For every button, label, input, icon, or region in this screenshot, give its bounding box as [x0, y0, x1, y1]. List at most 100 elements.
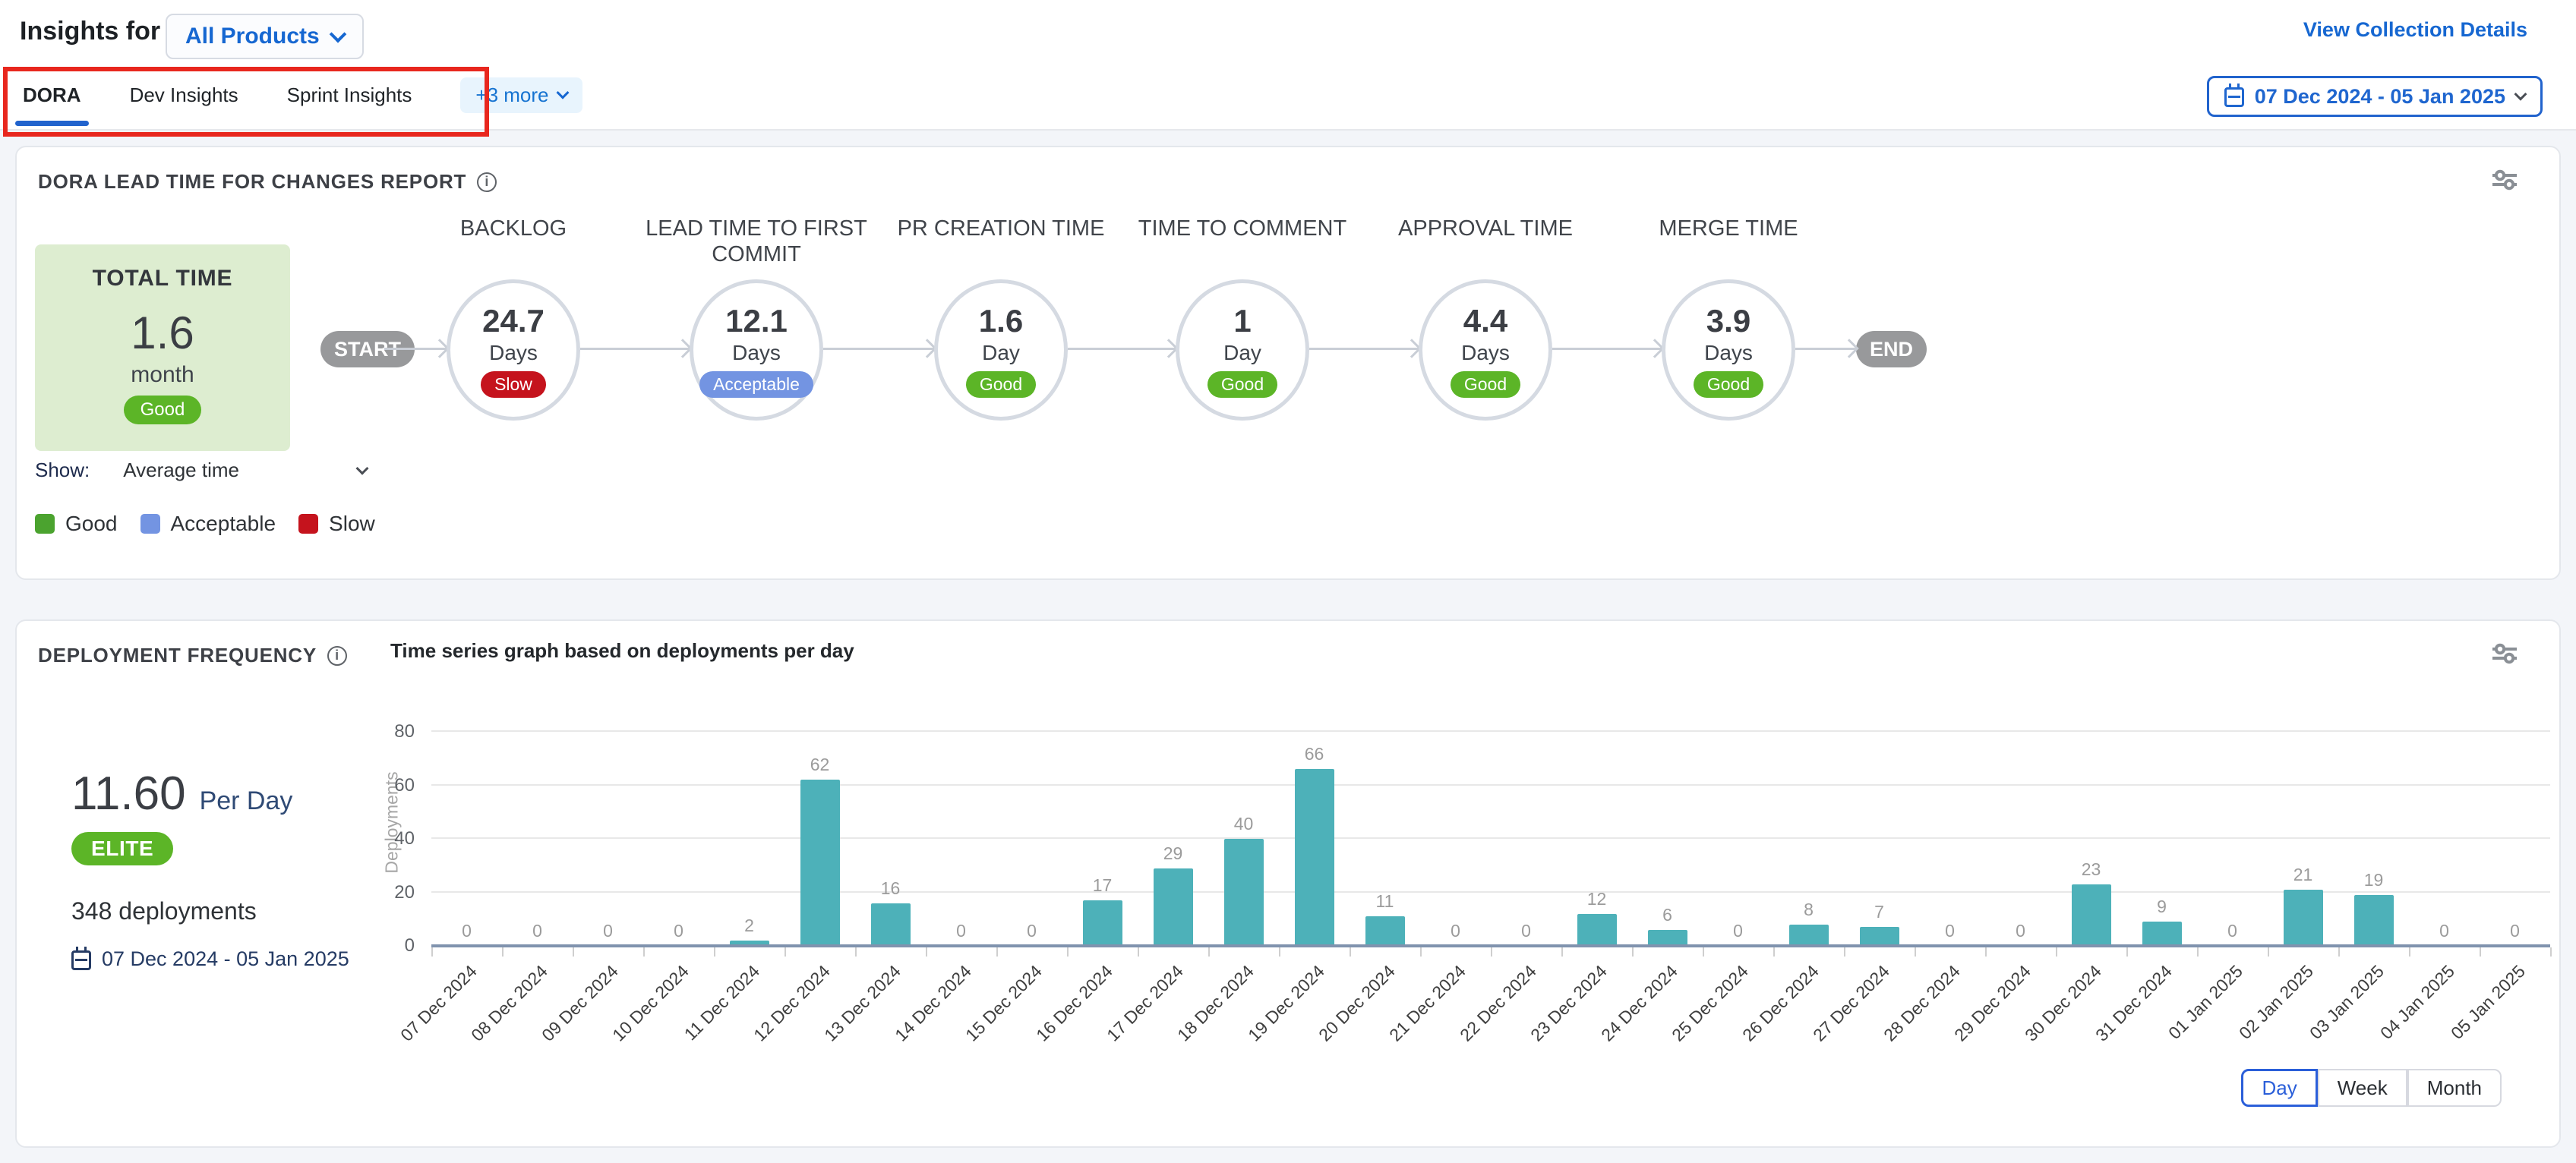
bar-19-dec-2024[interactable] [1295, 769, 1334, 946]
bar-value-label: 0 [956, 921, 966, 941]
bar-12-dec-2024[interactable] [800, 780, 840, 946]
bar-value-label: 0 [1521, 921, 1531, 941]
deployment-count: 348 deployments [71, 897, 257, 925]
bar-slot: 7 [1844, 700, 1915, 946]
flow-end-pill: END [1856, 331, 1927, 367]
show-metric-select[interactable]: Average time [123, 459, 367, 482]
bar-slot: 29 [1138, 700, 1208, 946]
granularity-week-button[interactable]: Week [2318, 1069, 2407, 1107]
x-axis-tick [573, 947, 574, 957]
tab-dora[interactable]: DORA [23, 61, 81, 129]
granularity-day-button[interactable]: Day [2241, 1069, 2317, 1107]
bar-13-dec-2024[interactable] [871, 903, 911, 946]
flow-arrow [1068, 348, 1176, 350]
bar-slot: 0 [2197, 700, 2268, 946]
bar-16-dec-2024[interactable] [1083, 900, 1122, 946]
bar-03-jan-2025[interactable] [2354, 895, 2394, 946]
bar-value-label: 62 [810, 755, 830, 775]
show-metric-value: Average time [123, 459, 239, 482]
x-axis-tick [2197, 947, 2199, 957]
calendar-icon [2224, 87, 2244, 107]
view-collection-details-link[interactable]: View Collection Details [2303, 18, 2527, 42]
stage-circle-lead-time-to-first-commit[interactable]: 12.1DaysAcceptable [690, 279, 823, 421]
bar-27-dec-2024[interactable] [1860, 927, 1899, 946]
info-icon[interactable]: i [477, 172, 497, 192]
tab-sprint-insights[interactable]: Sprint Insights [287, 61, 412, 129]
bar-slot: 16 [855, 700, 926, 946]
flow-arrow [384, 348, 447, 350]
chevron-down-icon [2514, 88, 2527, 101]
x-axis-tick-label: 05 Jan 2025 [2447, 961, 2530, 1044]
legend-item-acceptable: Acceptable [140, 512, 276, 536]
bar-24-dec-2024[interactable] [1648, 930, 1687, 946]
dora-lead-time-card: DORA LEAD TIME FOR CHANGES REPORT i TOTA… [15, 146, 2561, 580]
x-axis-tick [2126, 947, 2128, 957]
x-axis-tick [1350, 947, 1351, 957]
bar-slot: 0 [926, 700, 996, 946]
stage-label: PR CREATION TIME [879, 216, 1122, 241]
more-tabs-button[interactable]: +3 more [460, 77, 582, 113]
bar-30-dec-2024[interactable] [2072, 884, 2111, 946]
total-time-box: TOTAL TIME 1.6 month Good [35, 244, 290, 451]
flow-arrow [1309, 348, 1419, 350]
top-header: Insights for All Products View Collectio… [0, 0, 2576, 61]
stage-unit: Days [1704, 341, 1753, 365]
stage-label: MERGE TIME [1607, 216, 1850, 241]
stage-circle-merge-time[interactable]: 3.9DaysGood [1662, 279, 1795, 421]
legend-swatch [298, 514, 318, 534]
stage-label: APPROVAL TIME [1364, 216, 1607, 241]
x-axis-tick [502, 947, 504, 957]
bar-slot: 0 [1985, 700, 2056, 946]
bar-26-dec-2024[interactable] [1789, 925, 1829, 946]
bar-value-label: 6 [1662, 905, 1672, 925]
bar-value-label: 0 [603, 921, 613, 941]
x-axis-tick [1138, 947, 1139, 957]
stage-unit: Days [1461, 341, 1510, 365]
info-icon[interactable]: i [327, 646, 347, 666]
granularity-toggle: DayWeekMonth [2241, 1069, 2502, 1107]
bar-slot: 8 [1773, 700, 1844, 946]
bar-value-label: 17 [1093, 875, 1113, 896]
date-range-picker[interactable]: 07 Dec 2024 - 05 Jan 2025 [2207, 76, 2543, 117]
tab-dev-insights[interactable]: Dev Insights [130, 61, 238, 129]
show-label: Show: [35, 459, 90, 482]
rating-legend: GoodAcceptableSlow [35, 512, 375, 536]
bar-slot: 11 [1350, 700, 1420, 946]
x-axis-tick [1279, 947, 1280, 957]
stage-circle-pr-creation-time[interactable]: 1.6DayGood [934, 279, 1068, 421]
product-selector-button[interactable]: All Products [166, 14, 364, 59]
bar-slot: 0 [1915, 700, 1985, 946]
bar-17-dec-2024[interactable] [1154, 868, 1193, 946]
granularity-month-button[interactable]: Month [2407, 1069, 2502, 1107]
stage-unit: Days [732, 341, 781, 365]
x-axis-tick [2480, 947, 2481, 957]
y-axis-tick: 80 [363, 721, 415, 742]
bar-value-label: 0 [1733, 921, 1743, 941]
bar-23-dec-2024[interactable] [1577, 914, 1617, 946]
flow-arrow [823, 348, 934, 350]
page-title: Insights for [20, 17, 160, 46]
bar-18-dec-2024[interactable] [1224, 839, 1264, 946]
widget-settings-icon[interactable] [2492, 642, 2517, 670]
bar-slot: 0 [1420, 700, 1491, 946]
total-time-unit: month [131, 362, 194, 388]
date-range-value: 07 Dec 2024 - 05 Jan 2025 [2255, 85, 2505, 109]
bar-value-label: 0 [2439, 921, 2449, 941]
legend-item-good: Good [35, 512, 118, 536]
bar-value-label: 0 [462, 921, 472, 941]
stage-circle-approval-time[interactable]: 4.4DaysGood [1419, 279, 1552, 421]
deployment-rate-unit: Per Day [200, 786, 293, 816]
y-axis-tick: 60 [363, 775, 415, 796]
bar-slot: 0 [431, 700, 502, 946]
stage-circle-time-to-comment[interactable]: 1DayGood [1176, 279, 1309, 421]
stage-circle-backlog[interactable]: 24.7DaysSlow [447, 279, 580, 421]
bar-31-dec-2024[interactable] [2142, 922, 2182, 946]
x-axis-tick [714, 947, 715, 957]
x-axis-tick [1067, 947, 1069, 957]
bar-20-dec-2024[interactable] [1365, 916, 1405, 946]
widget-settings-icon[interactable] [2492, 169, 2517, 197]
x-axis-tick [784, 947, 786, 957]
bar-02-jan-2025[interactable] [2284, 890, 2323, 946]
stage-unit: Day [1223, 341, 1261, 365]
stage-value: 1.6 [979, 303, 1023, 339]
